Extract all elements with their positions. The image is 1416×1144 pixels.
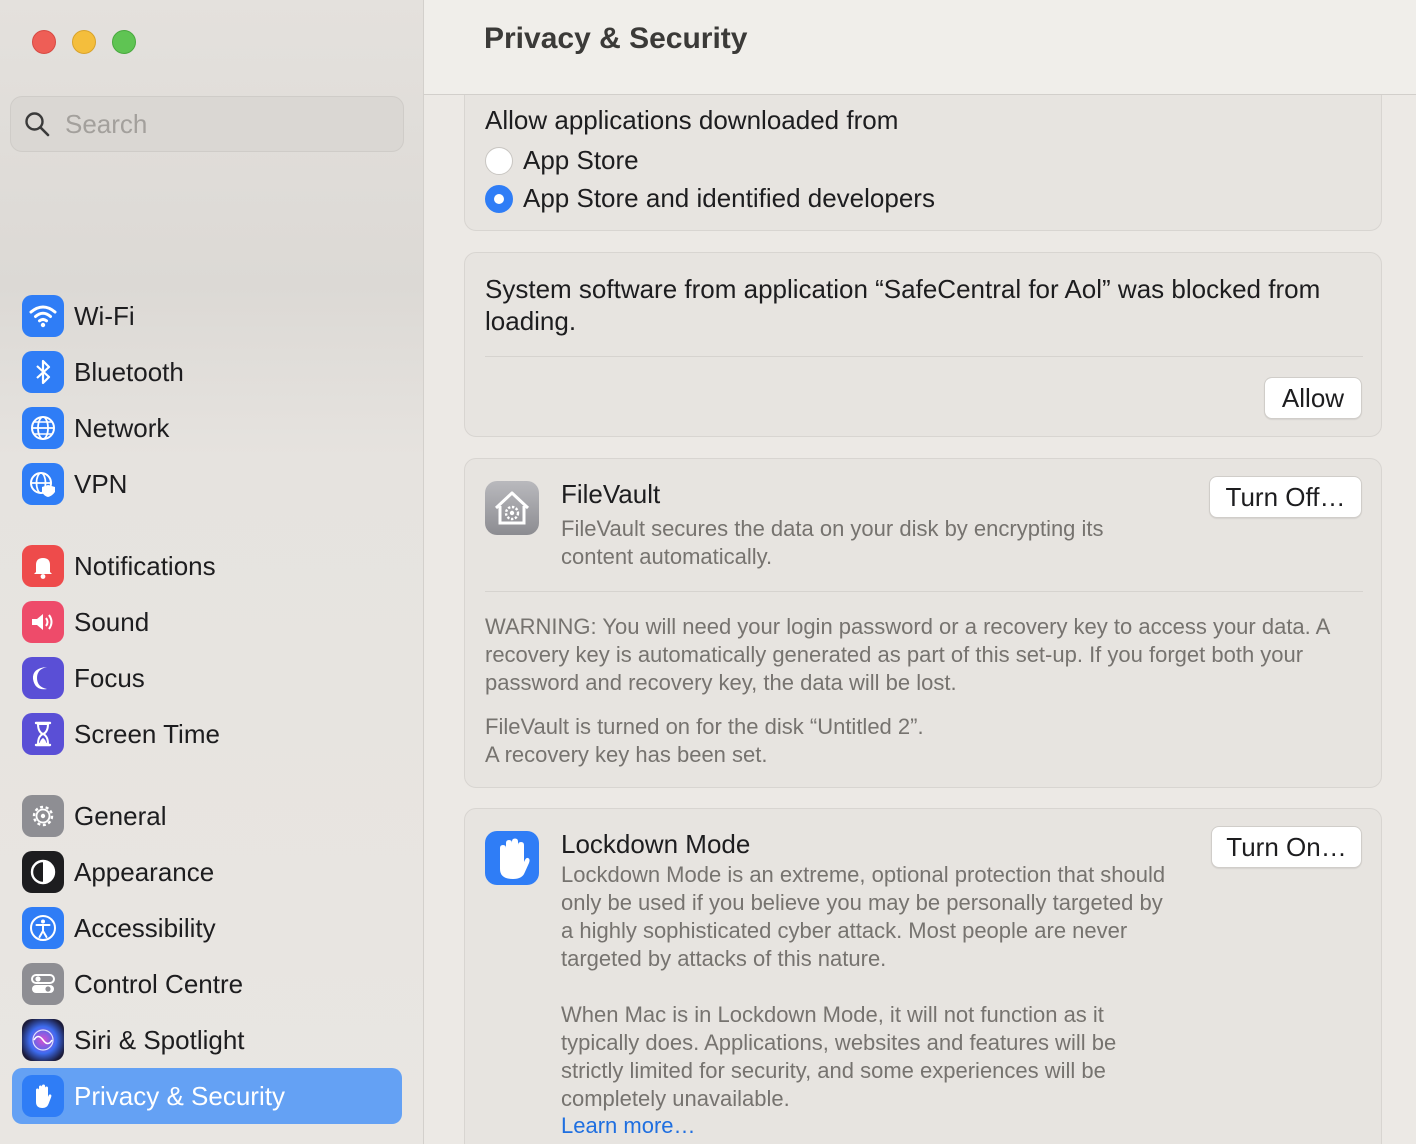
bluetooth-icon [22, 351, 64, 393]
hourglass-icon [22, 713, 64, 755]
sidebar-item-screen-time[interactable]: Screen Time [12, 706, 402, 762]
maximize-window-button[interactable] [112, 30, 136, 54]
sidebar-item-control-centre[interactable]: Control Centre [12, 956, 402, 1012]
sidebar-item-appearance[interactable]: Appearance [12, 844, 402, 900]
sidebar: Wi-Fi Bluetooth Network VPN Notification… [0, 0, 424, 1144]
filevault-card: FileVault FileVault secures the data on … [464, 458, 1382, 788]
sidebar-item-label: Appearance [74, 856, 215, 887]
speaker-icon [22, 601, 64, 643]
sidebar-item-sound[interactable]: Sound [12, 594, 402, 650]
filevault-warning: WARNING: You will need your login passwo… [485, 614, 1330, 695]
sidebar-item-vpn[interactable]: VPN [12, 456, 402, 512]
titlebar: Privacy & Security [424, 0, 1416, 95]
filevault-icon [485, 481, 539, 535]
sidebar-item-label: VPN [74, 468, 128, 499]
bell-icon [22, 545, 64, 587]
accessibility-icon [22, 907, 64, 949]
sidebar-item-label: Notifications [74, 550, 216, 581]
sidebar-item-focus[interactable]: Focus [12, 650, 402, 706]
sidebar-item-bluetooth[interactable]: Bluetooth [12, 344, 402, 400]
sidebar-item-privacy-security[interactable]: Privacy & Security [12, 1068, 402, 1124]
sidebar-item-wifi[interactable]: Wi-Fi [12, 288, 402, 344]
blocked-message: System software from application “SafeCe… [485, 274, 1321, 336]
radio-label: App Store [523, 145, 639, 175]
vpn-globe-icon [22, 463, 64, 505]
learn-more-link[interactable]: Learn more… [561, 1113, 696, 1139]
radio-button[interactable] [485, 146, 513, 175]
hand-icon [485, 831, 539, 885]
sidebar-item-label: General [74, 800, 167, 831]
sidebar-item-label: Network [74, 412, 170, 443]
main-pane: Privacy & Security Allow applications do… [424, 0, 1416, 1144]
sidebar-item-label: Focus [74, 662, 145, 693]
siri-icon [22, 1019, 64, 1061]
filevault-turn-off-button[interactable]: Turn Off… [1209, 476, 1362, 518]
radio-label: App Store and identified developers [523, 183, 935, 213]
globe-icon [22, 407, 64, 449]
appearance-icon [22, 851, 64, 893]
sidebar-item-label: Privacy & Security [74, 1080, 285, 1111]
radio-button-selected[interactable] [485, 184, 513, 213]
sidebar-item-label: Siri & Spotlight [74, 1024, 245, 1055]
page-title: Privacy & Security [484, 22, 748, 55]
sidebar-item-label: Accessibility [74, 912, 216, 943]
sidebar-item-label: Control Centre [74, 968, 244, 999]
lockdown-description-1: Lockdown Mode is an extreme, optional pr… [561, 862, 1166, 971]
divider [485, 591, 1363, 592]
lockdown-card: Lockdown Mode Lockdown Mode is an extrem… [464, 808, 1382, 1144]
filevault-status-key: A recovery key has been set. [485, 742, 768, 767]
sidebar-item-label: Sound [74, 606, 150, 637]
blocked-software-card: System software from application “SafeCe… [464, 252, 1382, 437]
minimize-window-button[interactable] [72, 30, 96, 54]
sidebar-item-siri-spotlight[interactable]: Siri & Spotlight [12, 1012, 402, 1068]
lockdown-turn-on-button[interactable]: Turn On… [1211, 826, 1362, 868]
search-icon [25, 112, 50, 137]
filevault-status-disk: FileVault is turned on for the disk “Unt… [485, 714, 924, 739]
filevault-description: FileVault secures the data on your disk … [561, 516, 1104, 569]
moon-icon [22, 657, 64, 699]
sidebar-item-label: Screen Time [74, 718, 220, 749]
gear-icon [22, 795, 64, 837]
close-window-button[interactable] [32, 30, 56, 54]
sidebar-item-label: Bluetooth [74, 356, 184, 387]
search-input[interactable] [65, 108, 365, 140]
hand-icon [22, 1075, 64, 1117]
downloads-heading: Allow applications downloaded from [485, 105, 899, 135]
filevault-title: FileVault [561, 479, 661, 509]
radio-app-store-identified[interactable]: App Store and identified developers [485, 183, 935, 214]
radio-app-store[interactable]: App Store [485, 145, 639, 176]
search-field[interactable] [10, 96, 404, 152]
sidebar-item-label: Wi-Fi [74, 300, 135, 331]
sidebar-item-accessibility[interactable]: Accessibility [12, 900, 402, 956]
lockdown-title: Lockdown Mode [561, 829, 751, 859]
divider [485, 356, 1363, 357]
allow-button[interactable]: Allow [1264, 377, 1362, 419]
sidebar-item-network[interactable]: Network [12, 400, 402, 456]
wifi-icon [22, 295, 64, 337]
lockdown-description-2: When Mac is in Lockdown Mode, it will no… [561, 1002, 1117, 1111]
sidebar-item-general[interactable]: General [12, 788, 402, 844]
toggles-icon [22, 963, 64, 1005]
sidebar-item-notifications[interactable]: Notifications [12, 538, 402, 594]
